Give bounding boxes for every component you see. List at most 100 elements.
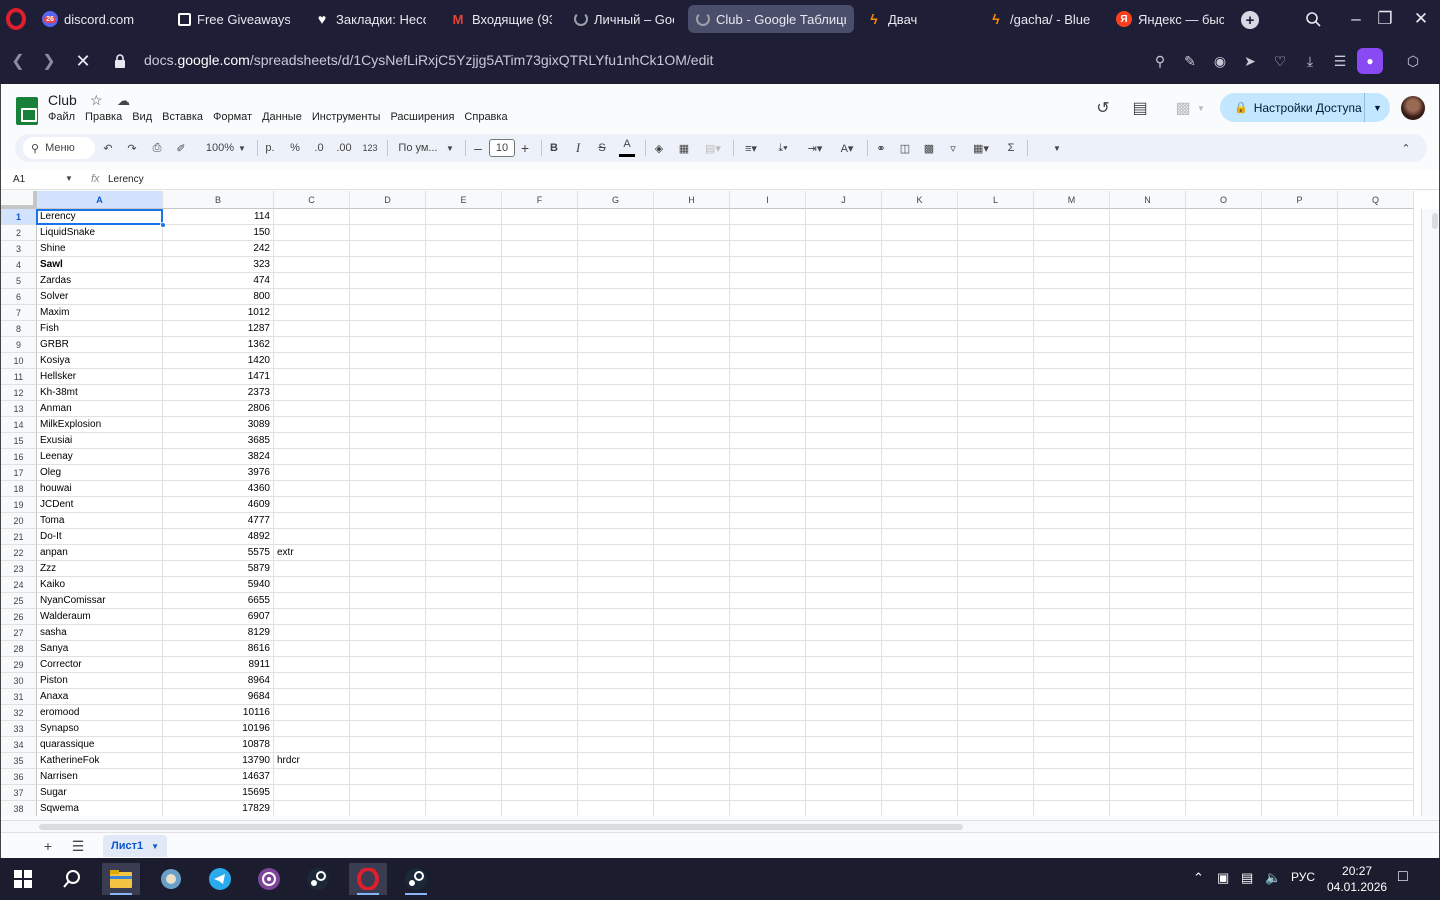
row-header[interactable]: 13 — [1, 401, 37, 417]
cell-e[interactable] — [426, 273, 502, 289]
cell-f[interactable] — [502, 801, 578, 816]
cell-o[interactable] — [1186, 689, 1262, 705]
cell-h[interactable] — [654, 369, 730, 385]
cell-k[interactable] — [882, 481, 958, 497]
cell-o[interactable] — [1186, 545, 1262, 561]
cell-l[interactable] — [958, 465, 1034, 481]
cell-m[interactable] — [1034, 785, 1110, 801]
filter-icon[interactable]: ▿ — [945, 134, 961, 162]
cell-d[interactable] — [350, 273, 426, 289]
cell-m[interactable] — [1034, 449, 1110, 465]
cell-d[interactable] — [350, 705, 426, 721]
cell-o[interactable] — [1186, 737, 1262, 753]
cell-c[interactable] — [274, 209, 350, 225]
cell-q[interactable] — [1338, 705, 1414, 721]
row-header[interactable]: 12 — [1, 385, 37, 401]
cell-i[interactable] — [730, 753, 806, 769]
cell-k[interactable] — [882, 689, 958, 705]
cell-k[interactable] — [882, 273, 958, 289]
cell-h[interactable] — [654, 401, 730, 417]
cell-l[interactable] — [958, 433, 1034, 449]
row-header[interactable]: 9 — [1, 337, 37, 353]
cell-o[interactable] — [1186, 657, 1262, 673]
cell-j[interactable] — [806, 609, 882, 625]
cell-i[interactable] — [730, 273, 806, 289]
cell-b[interactable]: 150 — [163, 225, 274, 241]
cell-f[interactable] — [502, 369, 578, 385]
cell-c[interactable] — [274, 689, 350, 705]
cell-d[interactable] — [350, 769, 426, 785]
cell-l[interactable] — [958, 657, 1034, 673]
comments-icon[interactable]: ▤ — [1128, 96, 1152, 120]
cell-p[interactable] — [1262, 225, 1338, 241]
cell-h[interactable] — [654, 529, 730, 545]
cell-n[interactable] — [1110, 561, 1186, 577]
cell-b[interactable]: 6907 — [163, 609, 274, 625]
cell-l[interactable] — [958, 785, 1034, 801]
cell-o[interactable] — [1186, 561, 1262, 577]
cell-e[interactable] — [426, 641, 502, 657]
cell-f[interactable] — [502, 321, 578, 337]
menu-item[interactable]: Данные — [262, 111, 302, 123]
cell-b[interactable]: 13790 — [163, 753, 274, 769]
cell-n[interactable] — [1110, 737, 1186, 753]
cell-p[interactable] — [1262, 545, 1338, 561]
cell-f[interactable] — [502, 577, 578, 593]
cell-p[interactable] — [1262, 801, 1338, 816]
row-header[interactable]: 34 — [1, 737, 37, 753]
opera-menu-icon[interactable] — [6, 8, 26, 30]
row-header[interactable]: 29 — [1, 657, 37, 673]
cell-n[interactable] — [1110, 577, 1186, 593]
tor-icon[interactable] — [250, 863, 288, 895]
cell-d[interactable] — [350, 625, 426, 641]
cell-q[interactable] — [1338, 737, 1414, 753]
cell-j[interactable] — [806, 257, 882, 273]
cell-d[interactable] — [350, 321, 426, 337]
row-header[interactable]: 1 — [1, 209, 37, 225]
cell-i[interactable] — [730, 289, 806, 305]
cell-p[interactable] — [1262, 209, 1338, 225]
cell-l[interactable] — [958, 545, 1034, 561]
cell-g[interactable] — [578, 353, 654, 369]
cell-n[interactable] — [1110, 657, 1186, 673]
cell-q[interactable] — [1338, 785, 1414, 801]
cell-m[interactable] — [1034, 657, 1110, 673]
cell-n[interactable] — [1110, 497, 1186, 513]
version-history-icon[interactable]: ↺ — [1091, 96, 1115, 120]
cell-i[interactable] — [730, 497, 806, 513]
cell-g[interactable] — [578, 225, 654, 241]
cell-n[interactable] — [1110, 785, 1186, 801]
cell-j[interactable] — [806, 657, 882, 673]
row-header[interactable]: 15 — [1, 433, 37, 449]
add-sheet-icon[interactable]: + — [39, 837, 57, 855]
cell-b[interactable]: 6655 — [163, 593, 274, 609]
cell-j[interactable] — [806, 721, 882, 737]
cell-h[interactable] — [654, 657, 730, 673]
number-format-button[interactable]: 123 — [360, 134, 380, 162]
cell-m[interactable] — [1034, 209, 1110, 225]
column-header[interactable]: N — [1110, 191, 1186, 209]
cell-i[interactable] — [730, 241, 806, 257]
cell-b[interactable]: 1012 — [163, 305, 274, 321]
cell-h[interactable] — [654, 273, 730, 289]
column-header[interactable]: O — [1186, 191, 1262, 209]
cell-e[interactable] — [426, 769, 502, 785]
cell-f[interactable] — [502, 209, 578, 225]
cell-h[interactable] — [654, 305, 730, 321]
tray-app-icon[interactable]: ▣ — [1217, 870, 1229, 886]
sheet-tab[interactable]: Лист1 ▼ — [103, 835, 167, 857]
cell-l[interactable] — [958, 705, 1034, 721]
new-tab-button[interactable]: + — [1241, 11, 1259, 29]
cell-b[interactable]: 4609 — [163, 497, 274, 513]
cell-m[interactable] — [1034, 241, 1110, 257]
cell-a[interactable]: anpan — [37, 545, 163, 561]
currency-button[interactable]: р. — [263, 134, 277, 162]
cell-o[interactable] — [1186, 641, 1262, 657]
cell-n[interactable] — [1110, 689, 1186, 705]
cell-g[interactable] — [578, 673, 654, 689]
cell-e[interactable] — [426, 465, 502, 481]
cell-m[interactable] — [1034, 513, 1110, 529]
cell-k[interactable] — [882, 241, 958, 257]
cell-c[interactable] — [274, 433, 350, 449]
cell-a[interactable]: sasha — [37, 625, 163, 641]
